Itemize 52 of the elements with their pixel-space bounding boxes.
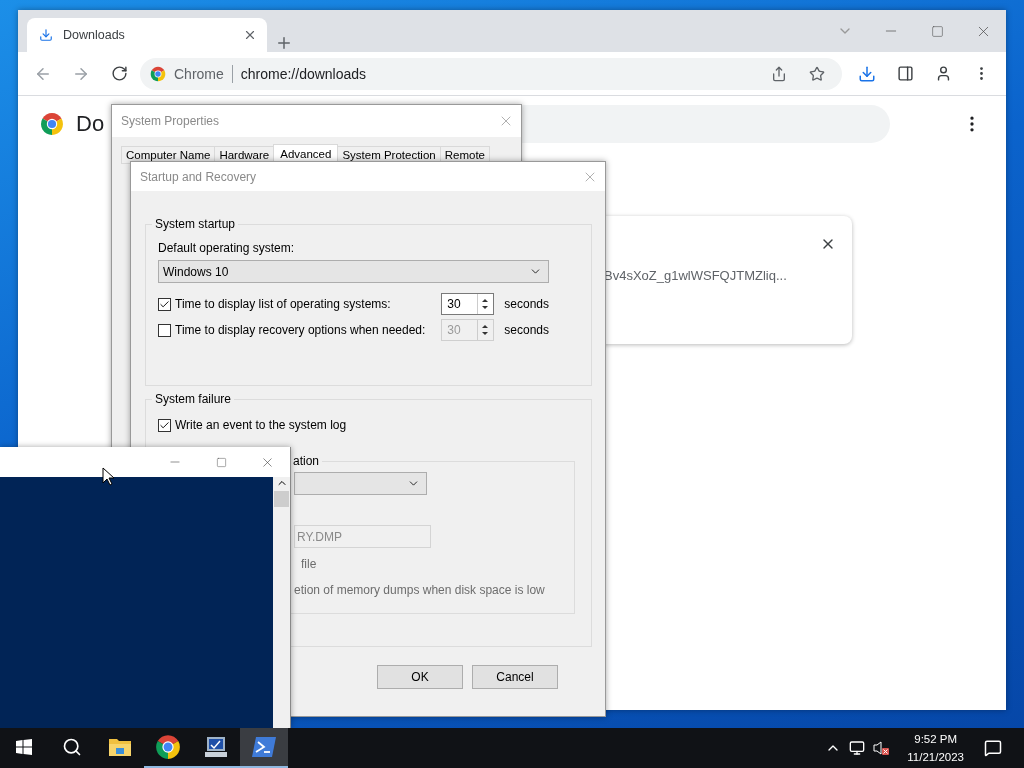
windows-logo-icon[interactable] [16, 739, 32, 755]
os-dropdown[interactable]: Windows 10 [158, 260, 549, 283]
tab[interactable]: Computer Name [121, 146, 216, 164]
terminal-icon [251, 736, 277, 758]
chrome-logo-icon [40, 112, 64, 136]
chrome-logo-icon [155, 734, 181, 760]
muted-speaker-icon[interactable] [873, 740, 892, 756]
group-legend: ation [290, 454, 323, 468]
option-label: etion of memory dumps when disk space is low [294, 583, 546, 597]
seconds-spinner[interactable]: 30 [441, 293, 495, 315]
tab-title: Downloads [63, 28, 126, 42]
notifications-icon[interactable] [984, 739, 1002, 757]
group-legend: System startup [152, 217, 239, 231]
field-label: Default operating system: [158, 241, 296, 255]
share-icon[interactable] [771, 65, 787, 82]
url-text: chrome://downloads [240, 65, 368, 82]
dialog-button[interactable]: Cancel [472, 665, 558, 689]
download-icon [39, 28, 53, 42]
search-icon[interactable] [62, 737, 82, 757]
dialog-button[interactable]: OK [377, 665, 463, 689]
checkbox[interactable] [158, 323, 171, 337]
clock[interactable]: 9:52 PM 11/21/2023 [907, 730, 964, 766]
option-label: file [301, 557, 318, 571]
option-label: Time to display list of operating systems: [175, 297, 391, 311]
dialog-title: Startup and Recovery [140, 169, 257, 184]
browser-tab[interactable]: Downloads [27, 18, 267, 52]
computer-icon [203, 735, 229, 759]
network-icon[interactable] [849, 740, 866, 756]
star-icon[interactable] [809, 65, 825, 82]
folder-icon [108, 737, 132, 757]
unit-label: seconds [504, 297, 549, 311]
unit-label: seconds [504, 323, 549, 337]
chrome-logo-icon [150, 65, 166, 82]
new-tab-icon[interactable] [275, 34, 293, 52]
option-label: Write an event to the system log [175, 418, 347, 432]
taskbar-app[interactable] [240, 728, 288, 768]
checkbox[interactable] [158, 418, 171, 432]
group-legend: System failure [152, 392, 235, 406]
address-bar[interactable]: Chrome chrome://downloads [140, 57, 842, 90]
site-chip: Chrome [174, 64, 233, 83]
download-icon[interactable] [858, 64, 876, 83]
search-field[interactable] [522, 105, 890, 143]
window-title: System Properties [121, 114, 220, 128]
checkbox[interactable] [158, 297, 171, 311]
file-name[interactable]: Bv4sXoZ_g1wlWSFQJTMZliq... [604, 268, 820, 344]
close-icon[interactable] [243, 28, 257, 42]
scroll-thumb[interactable] [274, 491, 289, 507]
reload-icon[interactable] [110, 65, 128, 82]
page-heading: Do [76, 111, 105, 137]
option-label: Time to display recovery options when needed: [175, 323, 426, 337]
scroll-bar[interactable] [273, 477, 290, 728]
side-panel-icon[interactable] [896, 65, 914, 82]
